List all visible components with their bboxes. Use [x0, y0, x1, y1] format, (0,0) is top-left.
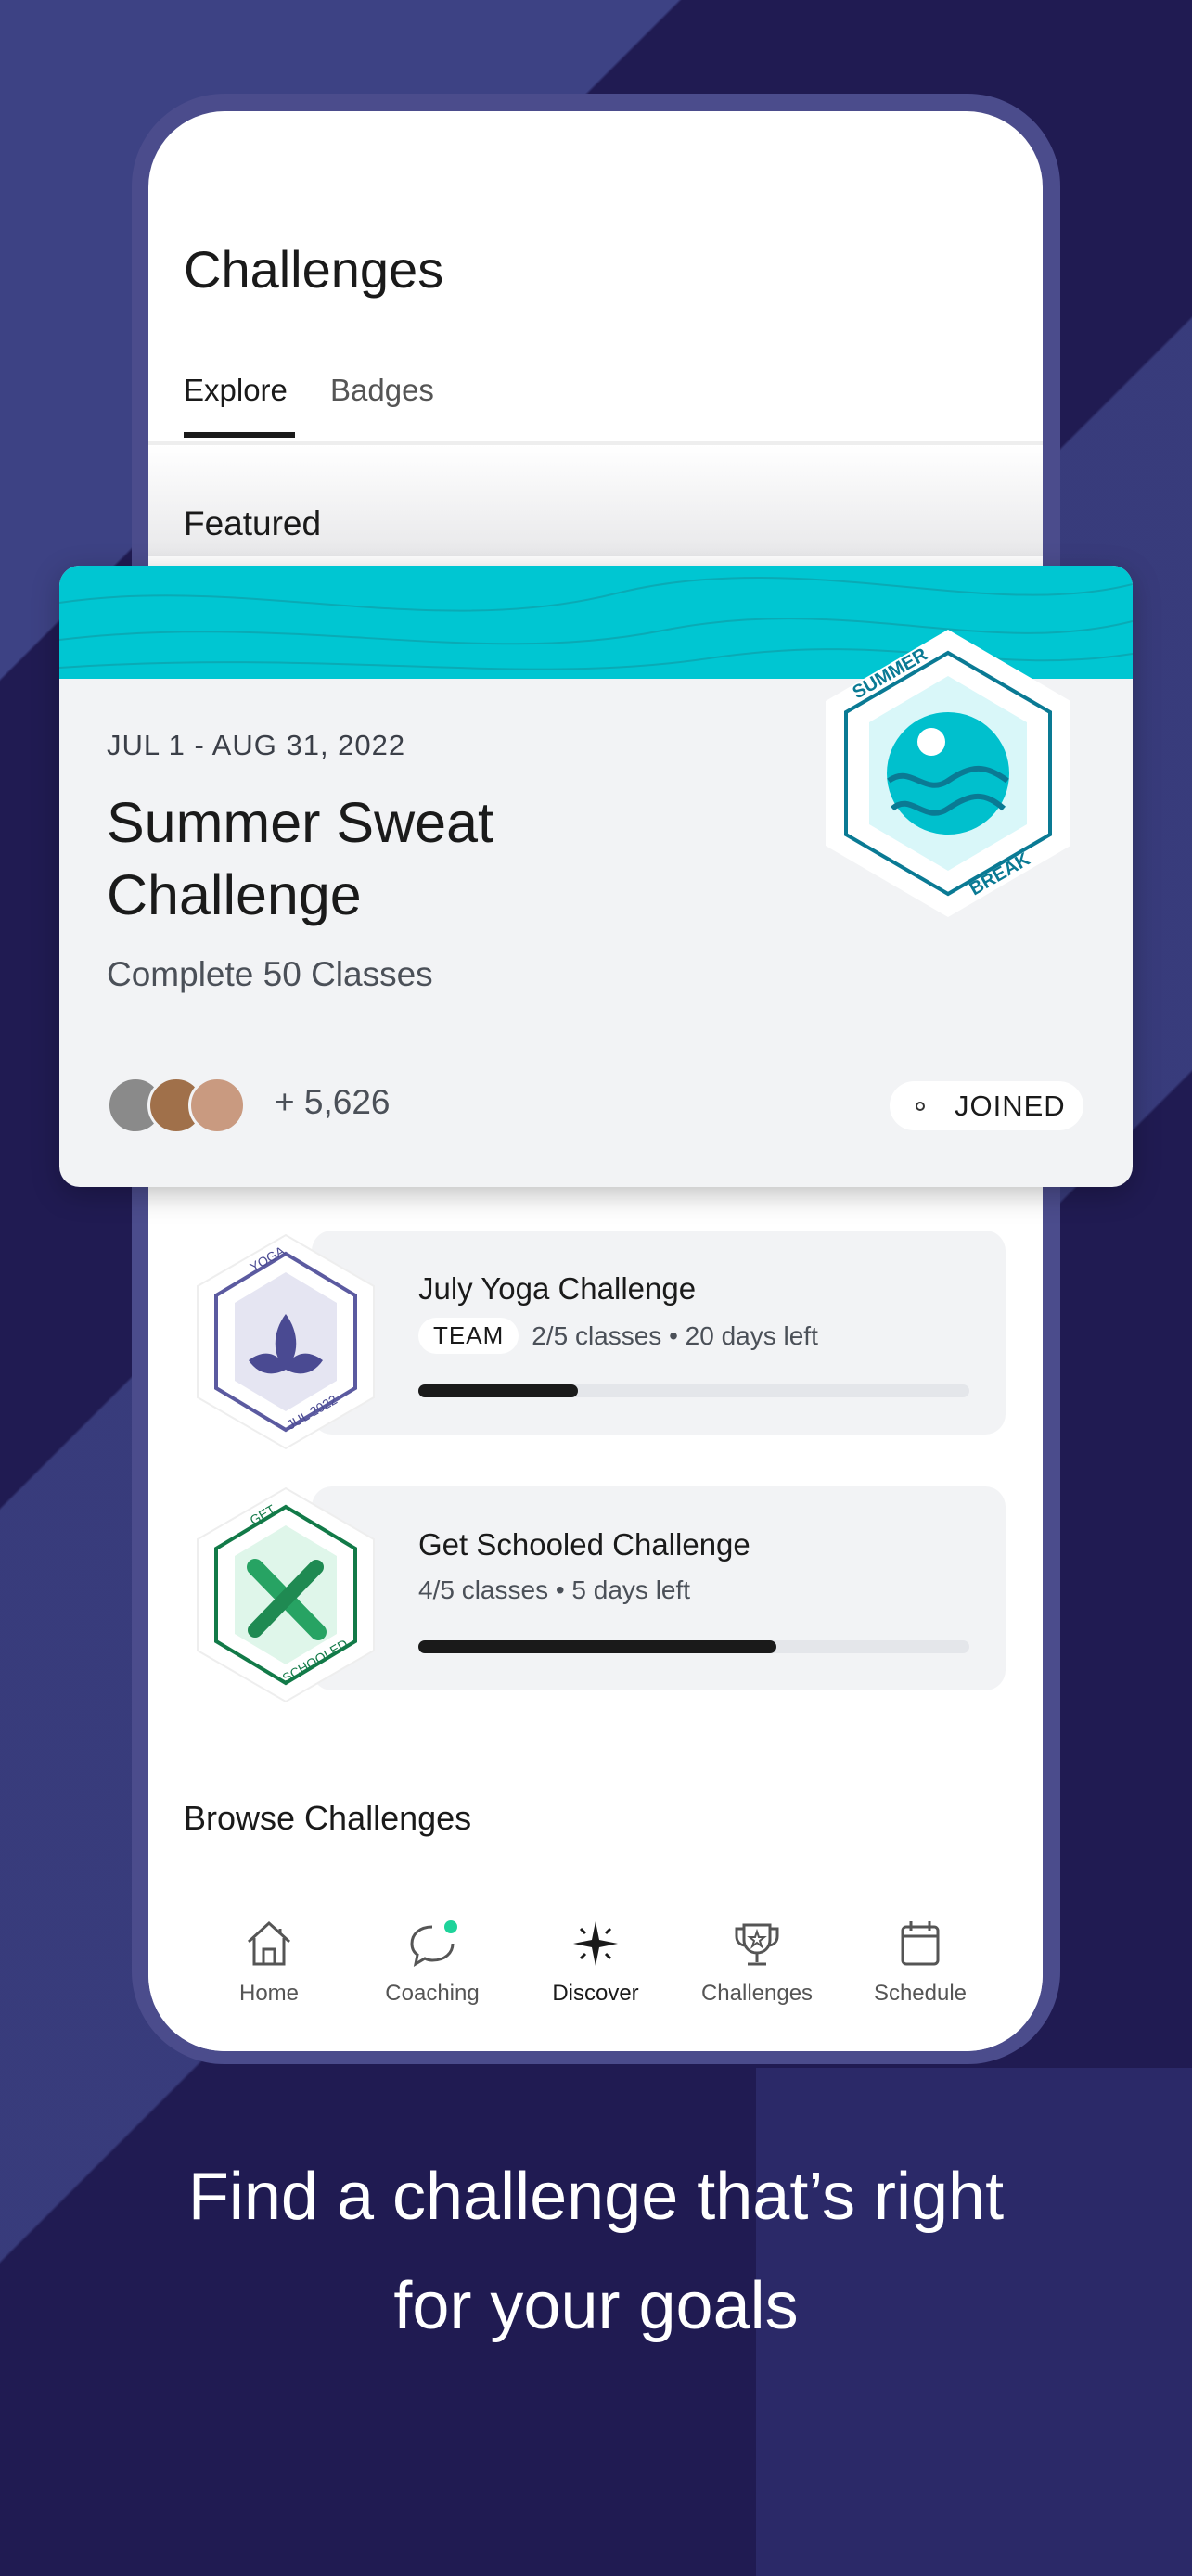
nav-schedule[interactable]: Schedule: [846, 1919, 994, 2007]
featured-heading: Featured: [184, 504, 322, 542]
nav-label: Discover: [552, 1981, 639, 2006]
page-title: Challenges: [184, 240, 444, 299]
home-icon: [247, 1920, 291, 1966]
trophy-icon: [735, 1923, 779, 1966]
challenge-progress-text: 4/5 classes • 5 days left: [418, 1575, 691, 1604]
challenge-title: July Yoga Challenge: [418, 1271, 697, 1306]
progress-fill: [418, 1640, 777, 1653]
nav-label: Home: [238, 1981, 300, 2006]
challenge-card-schooled[interactable]: Get Schooled Challenge 4/5 classes • 5 d…: [312, 1486, 1006, 1690]
challenge-title: Get Schooled Challenge: [418, 1527, 750, 1562]
calendar-icon: [901, 1921, 940, 1966]
summer-break-badge-icon: SUMMER BREAK: [826, 630, 1070, 917]
nav-label: Challenges: [700, 1981, 814, 2006]
progress-bar: [418, 1640, 969, 1653]
joined-status-badge[interactable]: JOINED: [890, 1081, 1083, 1130]
challenge-goal: Complete 50 Classes: [107, 955, 433, 993]
yoga-badge-icon: YOGA JUL 2022: [197, 1233, 375, 1450]
nav-challenges[interactable]: Challenges: [683, 1919, 831, 2007]
nav-coaching[interactable]: Coaching: [358, 1919, 506, 2007]
tab-explore[interactable]: Explore: [184, 373, 288, 408]
challenge-card-yoga[interactable]: July Yoga Challenge TEAM 2/5 classes • 2…: [312, 1231, 1006, 1435]
chat-icon: [410, 1920, 457, 1968]
nav-label: Coaching: [385, 1981, 480, 2006]
featured-challenge-card[interactable]: JUL 1 - AUG 31, 2022 Summer Sweat Challe…: [59, 566, 1133, 1187]
status-label: JOINED: [955, 1089, 1066, 1122]
challenge-date-range: JUL 1 - AUG 31, 2022: [107, 729, 406, 761]
marketing-caption: Find a challenge that’s right for your g…: [0, 2142, 1192, 2361]
browse-heading: Browse Challenges: [184, 1799, 472, 1837]
participant-count: + 5,626: [275, 1083, 391, 1121]
challenge-progress-text: 2/5 classes • 20 days left: [532, 1320, 818, 1350]
schooled-badge-icon: GET SCHOOLED: [197, 1486, 375, 1703]
tab-badges[interactable]: Badges: [330, 373, 434, 408]
challenge-title: Summer Sweat Challenge: [107, 791, 493, 926]
progress-fill: [418, 1384, 579, 1397]
nav-home[interactable]: Home: [195, 1919, 343, 2007]
caption-line: for your goals: [393, 2269, 799, 2343]
nav-label: Schedule: [873, 1981, 968, 2006]
nav-discover[interactable]: Discover: [521, 1919, 670, 2007]
challenge-meta: TEAM 2/5 classes • 20 days left: [418, 1318, 818, 1354]
caption-line: Find a challenge that’s right: [187, 2160, 1005, 2234]
status-dot-icon: [916, 1102, 925, 1111]
progress-bar: [418, 1384, 969, 1397]
avatar: [188, 1077, 246, 1134]
sparkle-icon: [573, 1921, 618, 1966]
tab-underline: [184, 432, 295, 438]
participant-avatars: [107, 1077, 246, 1134]
team-tag: TEAM: [418, 1318, 519, 1354]
